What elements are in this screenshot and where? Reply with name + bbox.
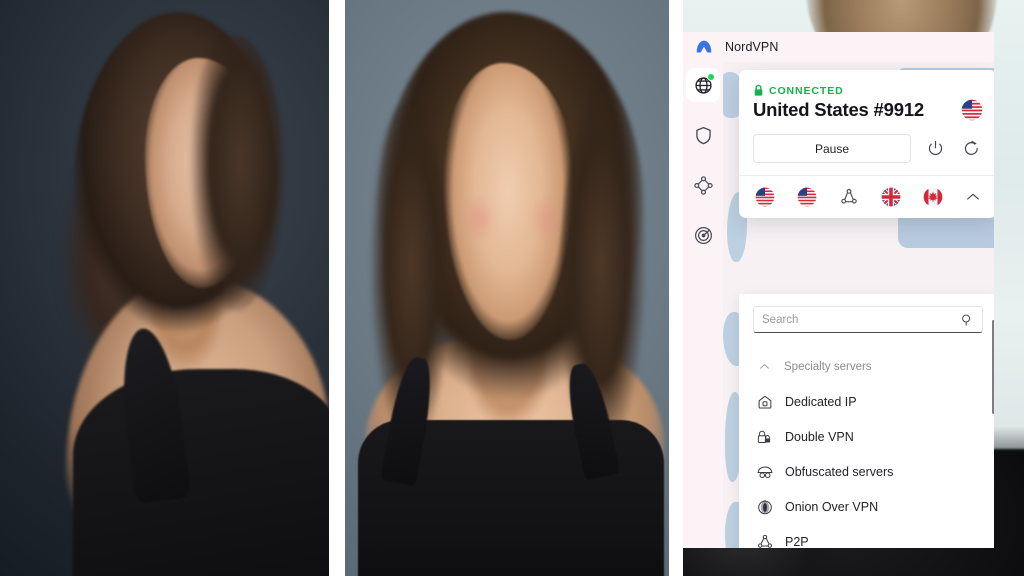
sidebar-item-threat-protection[interactable] — [686, 118, 720, 152]
app-sidebar — [683, 62, 723, 548]
app-main-area: CONNECTED United States #9912 Pause Sear… — [723, 62, 994, 548]
quick-connect-flag-ca[interactable] — [923, 187, 943, 207]
onion-over-vpn-icon — [755, 497, 774, 516]
server-list-sheet: Specialty servers Dedicated IP — [739, 294, 994, 548]
list-item-label: Obfuscated servers — [785, 464, 894, 479]
portrait-figure — [345, 0, 670, 576]
status-badge: CONNECTED — [769, 84, 844, 97]
refresh-icon — [964, 140, 978, 155]
quick-connect-row — [739, 176, 994, 218]
obfuscated-servers-icon — [755, 462, 774, 481]
flag-us-icon — [961, 99, 983, 121]
search-area — [739, 294, 994, 347]
server-list: Specialty servers Dedicated IP Double VP… — [739, 347, 994, 548]
list-item-label: P2P — [785, 534, 809, 549]
quick-connect-flag-gb[interactable] — [881, 187, 901, 207]
section-chevron-up-icon — [755, 357, 774, 376]
disconnect-button[interactable] — [923, 137, 947, 161]
power-icon — [928, 140, 942, 156]
list-item-p2p[interactable]: P2P — [739, 524, 994, 548]
double-vpn-icon — [755, 427, 774, 446]
screenshot-stage: NordVPN CONNECTED United States #9912 Pa… — [0, 0, 1024, 576]
quick-connect-flag-us[interactable] — [755, 187, 775, 207]
nordvpn-logo-icon — [696, 40, 712, 53]
clothing-shape — [72, 368, 330, 576]
p2p-icon — [755, 532, 774, 548]
quick-connect-collapse-chevron-up-icon[interactable] — [965, 189, 981, 205]
list-scrollbar[interactable] — [992, 320, 994, 414]
window-titlebar: NordVPN — [683, 32, 994, 62]
dedicated-ip-icon — [755, 392, 774, 411]
server-row: United States #9912 — [753, 99, 983, 121]
list-item-obfuscated-servers[interactable]: Obfuscated servers — [739, 454, 994, 489]
section-label: Specialty servers — [784, 360, 872, 373]
hair-front-shape — [184, 34, 284, 312]
connection-status-row: CONNECTED — [753, 84, 983, 97]
window-body: CONNECTED United States #9912 Pause Sear… — [683, 62, 994, 548]
reconnect-button[interactable] — [959, 137, 983, 161]
radar-target-icon — [694, 226, 712, 244]
photo-divider-1 — [329, 0, 345, 576]
connected-dot — [707, 73, 715, 81]
search-icon[interactable] — [960, 313, 974, 327]
pause-button[interactable]: Pause — [753, 134, 911, 163]
cheek-highlight-left — [455, 184, 501, 254]
lock-icon — [754, 84, 763, 96]
list-item-label: Double VPN — [785, 429, 854, 444]
shield-icon — [695, 126, 711, 144]
search-input[interactable] — [762, 313, 960, 326]
list-item-label: Dedicated IP — [785, 394, 857, 409]
list-item-label: Onion Over VPN — [785, 499, 879, 514]
connection-card-top: CONNECTED United States #9912 Pause — [739, 70, 994, 175]
quick-connect-p2p-icon[interactable] — [839, 187, 859, 207]
list-item-double-vpn[interactable]: Double VPN — [739, 419, 994, 454]
meshnet-icon — [693, 175, 713, 195]
search-box[interactable] — [753, 306, 983, 333]
specialty-servers-section-header[interactable]: Specialty servers — [739, 349, 994, 384]
sidebar-item-vpn[interactable] — [686, 68, 720, 102]
portrait-figure — [0, 0, 330, 576]
portrait-photo-left — [0, 0, 330, 576]
sidebar-item-meshnet[interactable] — [686, 168, 720, 202]
sidebar-item-dark-web-monitor[interactable] — [686, 218, 720, 252]
connection-actions: Pause — [753, 134, 983, 163]
connection-card: CONNECTED United States #9912 Pause — [739, 70, 994, 218]
nordvpn-window: NordVPN CONNECTED United States #9912 Pa… — [683, 32, 994, 548]
server-name: United States #9912 — [753, 99, 925, 120]
portrait-photo-middle — [345, 0, 670, 576]
quick-connect-flag-us-2[interactable] — [797, 187, 817, 207]
list-item-dedicated-ip[interactable]: Dedicated IP — [739, 384, 994, 419]
pause-button-label: Pause — [814, 141, 850, 156]
app-title: NordVPN — [725, 40, 779, 54]
list-item-onion-over-vpn[interactable]: Onion Over VPN — [739, 489, 994, 524]
